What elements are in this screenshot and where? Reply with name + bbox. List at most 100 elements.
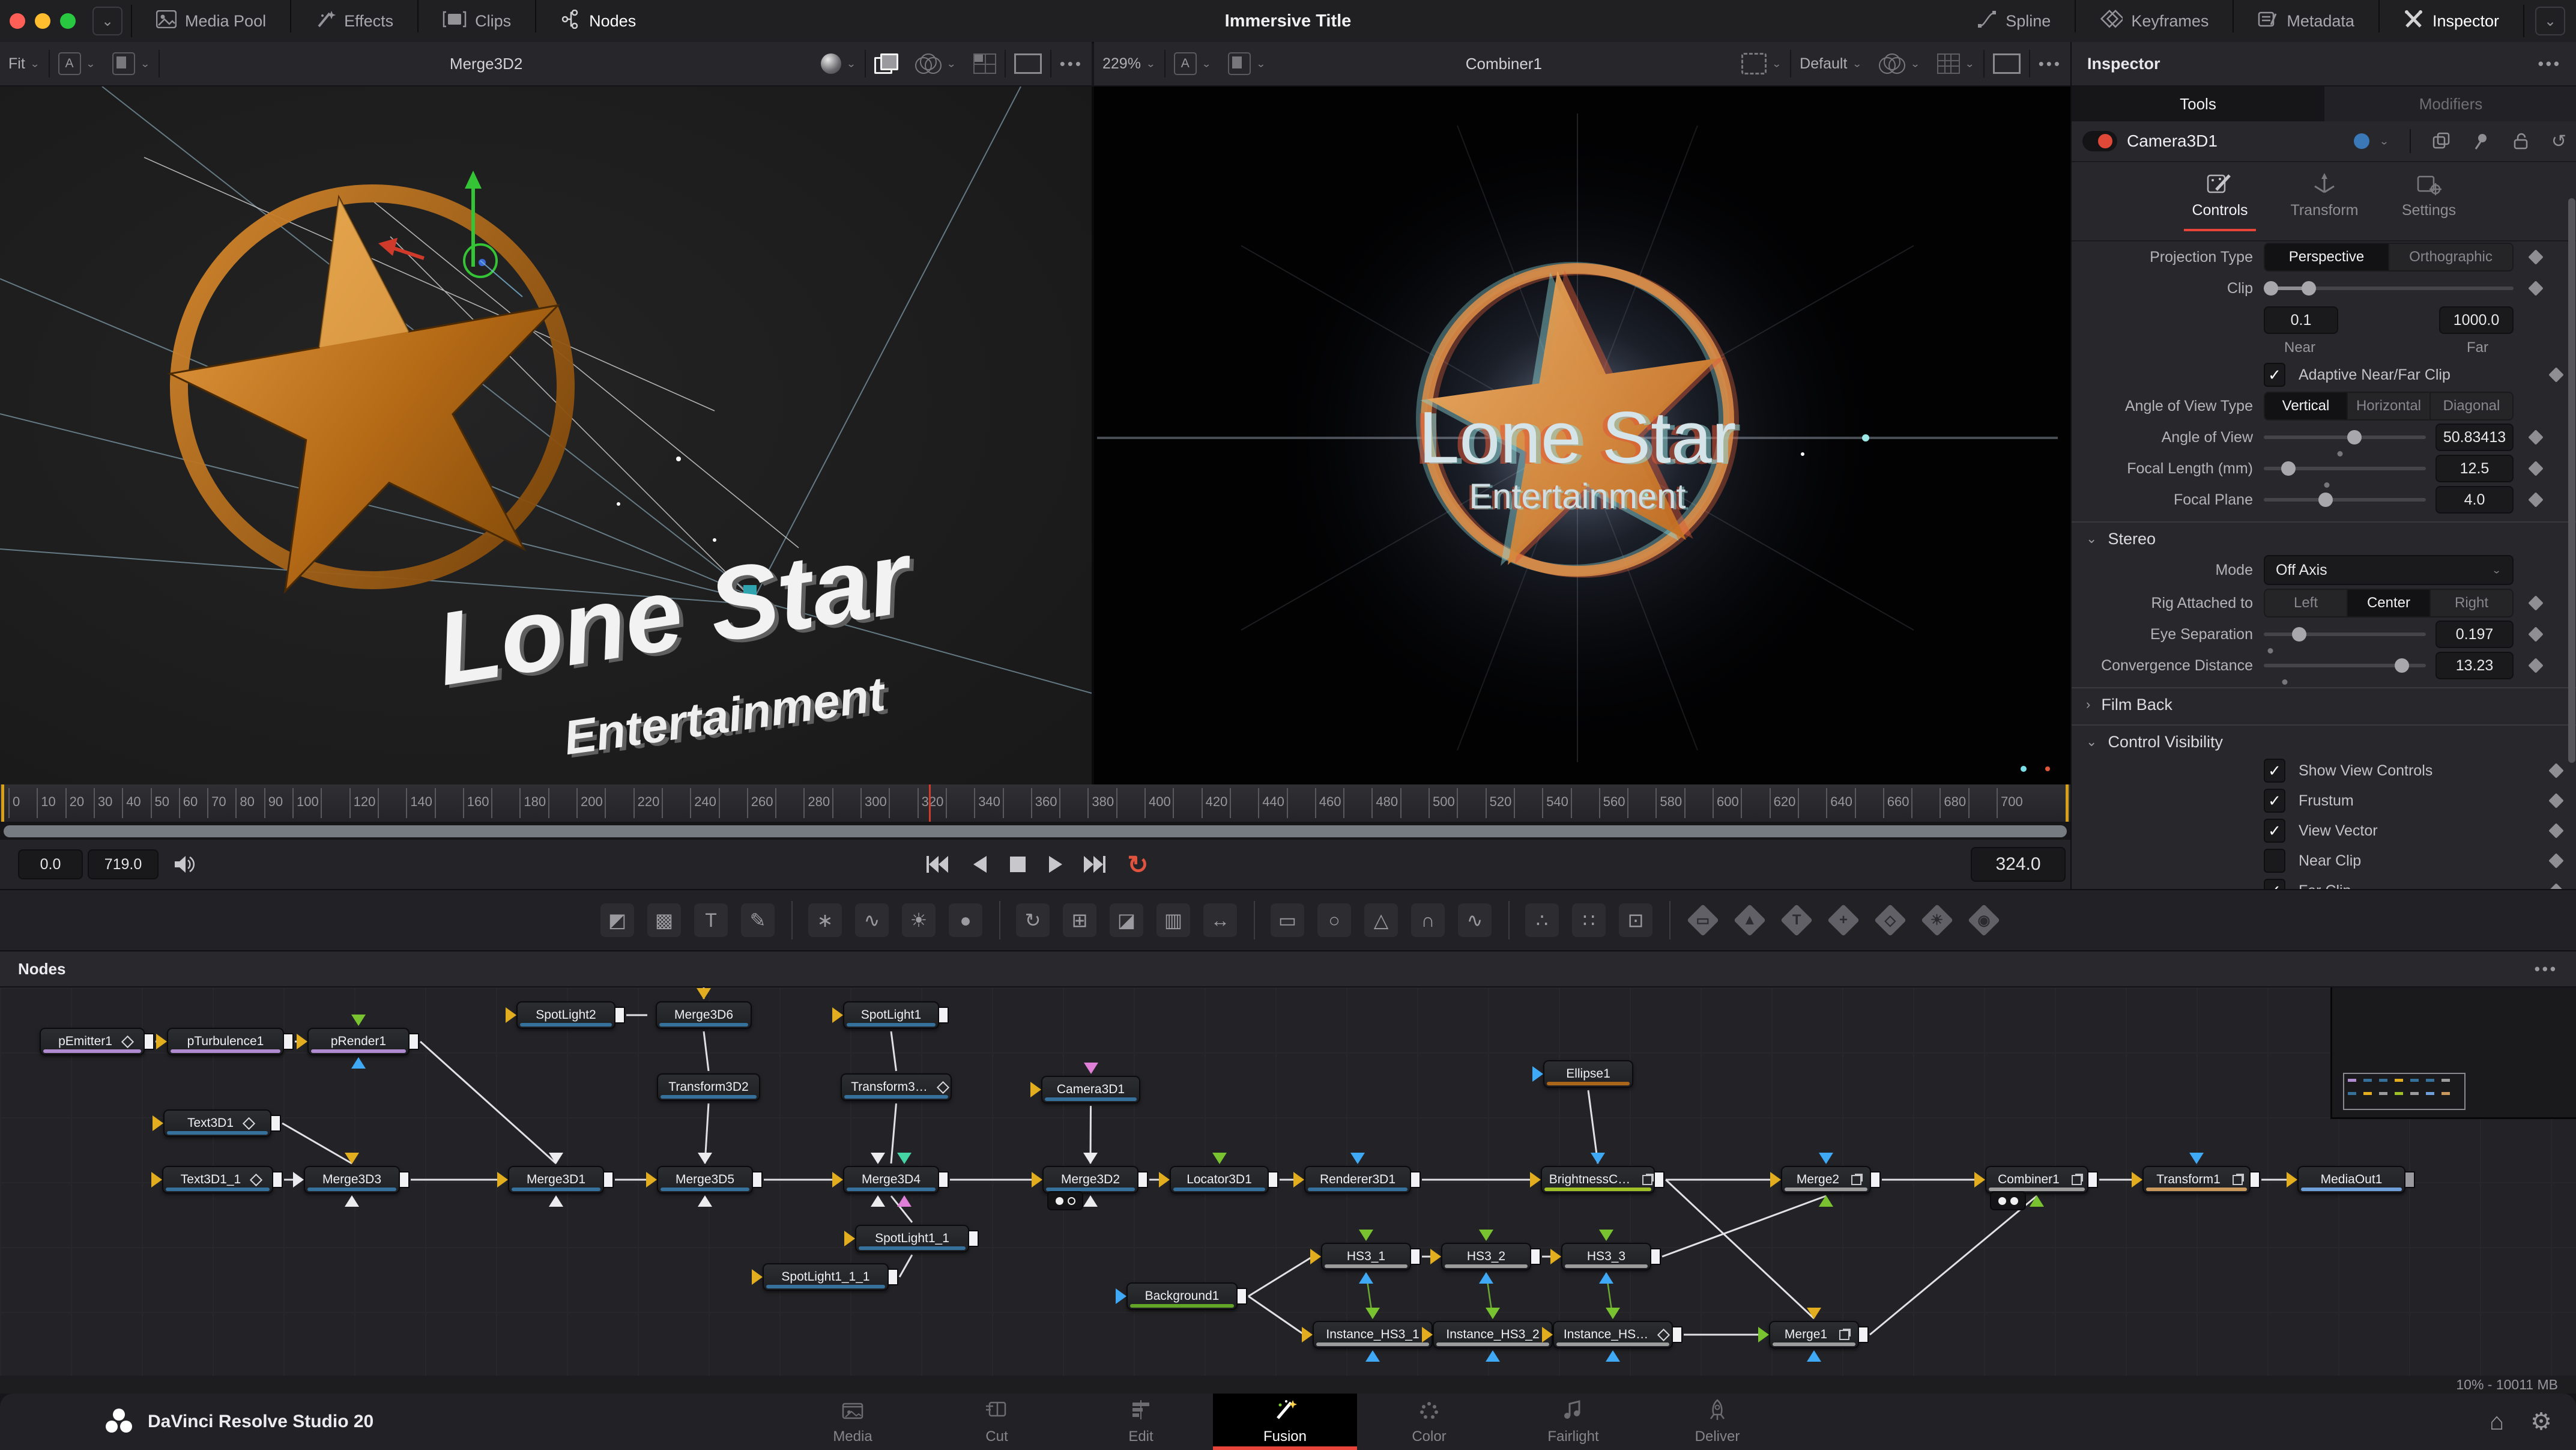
node-input-icon[interactable] <box>1819 1195 1833 1207</box>
playhead[interactable] <box>929 784 931 822</box>
node-input-icon[interactable] <box>1359 1230 1373 1241</box>
node-Camera3D1[interactable]: Camera3D1 <box>1041 1076 1140 1103</box>
keyframe-diamond-icon[interactable] <box>2548 853 2563 868</box>
close-window-button[interactable] <box>10 13 25 29</box>
text3d-tool-icon[interactable]: T <box>1780 903 1813 937</box>
node-input-icon[interactable] <box>698 1153 712 1164</box>
node-SpotLight1_1[interactable]: SpotLight1_1 <box>855 1225 969 1252</box>
node-input-icon[interactable] <box>897 1195 912 1207</box>
pin-icon[interactable] <box>2472 132 2490 150</box>
eye-separation-slider[interactable] <box>2264 632 2426 636</box>
node-input-icon[interactable] <box>549 1195 563 1207</box>
node-Instance_HS3_2[interactable]: Instance_HS3_2 <box>1433 1321 1553 1348</box>
node-input-icon[interactable] <box>1212 1153 1227 1164</box>
keyframe-diamond-icon[interactable] <box>2528 492 2543 507</box>
frustum-checkbox[interactable]: ✓ <box>2264 789 2285 813</box>
node-output-icon[interactable] <box>1530 1248 1541 1265</box>
node-output-icon[interactable] <box>1654 1171 1664 1188</box>
node-tile-color-icon[interactable] <box>2354 133 2369 149</box>
node-output-icon[interactable] <box>1268 1171 1278 1188</box>
subtab-controls[interactable]: Controls <box>2181 169 2259 240</box>
mattecontrol-tool-icon[interactable]: ▥ <box>1156 903 1190 937</box>
node-Renderer3D1[interactable]: Renderer3D1 <box>1304 1166 1411 1194</box>
aov-type-segmented[interactable]: VerticalHorizontalDiagonal <box>2264 392 2514 420</box>
node-input-icon[interactable] <box>1422 1327 1433 1342</box>
node-input-icon[interactable] <box>646 1172 657 1188</box>
node-input-icon[interactable] <box>1430 1249 1441 1264</box>
node-output-icon[interactable] <box>1236 1288 1247 1305</box>
node-input-icon[interactable] <box>297 1034 307 1049</box>
buffer-dropdown[interactable]: ⌄ <box>104 42 159 85</box>
keyframe-diamond-icon[interactable] <box>2548 793 2563 808</box>
node-input-icon[interactable] <box>1084 1063 1098 1074</box>
node-Merge3D3[interactable]: Merge3D3 <box>304 1166 400 1194</box>
node-Merge3D5[interactable]: Merge3D5 <box>657 1166 753 1194</box>
topbar-button-effects[interactable]: Effects <box>300 0 409 42</box>
node-input-icon[interactable] <box>697 988 711 1000</box>
colorcurves-tool-icon[interactable]: ∿ <box>855 903 889 937</box>
node-input-icon[interactable] <box>1599 1272 1613 1284</box>
node-graph-minimap[interactable] <box>2330 987 2576 1119</box>
focal-plane-input[interactable]: 4.0 <box>2435 486 2514 514</box>
node-input-icon[interactable] <box>1293 1172 1304 1188</box>
node-output-icon[interactable] <box>1410 1248 1421 1265</box>
node-Merge3D4[interactable]: Merge3D4 <box>843 1166 939 1194</box>
node-input-icon[interactable] <box>1807 1350 1821 1362</box>
textplus-tool-icon[interactable]: T <box>694 903 728 937</box>
node-input-icon[interactable] <box>1083 1153 1098 1164</box>
zoom-level-dropdown[interactable]: 229%⌄ <box>1094 42 1164 85</box>
node-input-icon[interactable] <box>871 1195 885 1207</box>
show-controls-button[interactable] <box>866 42 907 85</box>
control-visibility-section-header[interactable]: ⌄Control Visibility <box>2072 724 2576 756</box>
node-input-icon[interactable] <box>2030 1195 2044 1207</box>
topbar-button-inspector[interactable]: Inspector <box>2388 0 2515 42</box>
node-output-icon[interactable] <box>1137 1171 1148 1188</box>
loop-playback-icon[interactable]: ↻ <box>1124 851 1152 878</box>
node-output-icon[interactable] <box>603 1171 614 1188</box>
node-input-icon[interactable] <box>832 1007 843 1023</box>
node-input-icon[interactable] <box>1116 1288 1126 1304</box>
node-output-icon[interactable] <box>2087 1171 2098 1188</box>
node-input-icon[interactable] <box>151 1172 162 1188</box>
topbar-button-spline[interactable]: Spline <box>1961 0 2066 42</box>
lock-icon[interactable] <box>2512 132 2530 150</box>
rig-attached-segmented[interactable]: LeftCenterRight <box>2264 589 2514 617</box>
node-input-icon[interactable] <box>1159 1172 1170 1188</box>
node-output-icon[interactable] <box>144 1033 154 1050</box>
reset-icon[interactable]: ↺ <box>2551 131 2566 152</box>
node-enable-toggle[interactable] <box>2082 131 2117 151</box>
node-input-icon[interactable] <box>1591 1153 1605 1164</box>
resize-tool-icon[interactable]: ↔ <box>1203 903 1237 937</box>
pemitter-tool-icon[interactable]: ∴ <box>1525 903 1559 937</box>
grid-dropdown[interactable]: ⌄ <box>1929 42 1983 85</box>
node-input-icon[interactable] <box>1807 1308 1821 1319</box>
node-output-icon[interactable] <box>408 1033 419 1050</box>
imageplane3d-tool-icon[interactable]: ▭ <box>1686 903 1720 937</box>
view-vector-checkbox[interactable]: ✓ <box>2264 819 2285 843</box>
film-back-section-header[interactable]: ›Film Back <box>2072 687 2576 718</box>
prender-tool-icon[interactable]: ∗ <box>808 903 842 937</box>
expand-panels-button[interactable]: ⌄ <box>2535 7 2565 35</box>
node-input-icon[interactable] <box>2287 1172 2297 1188</box>
view-mode-dropdown[interactable]: ⌄ <box>1870 42 1929 85</box>
merge3d-tool-icon[interactable]: + <box>1827 903 1860 937</box>
page-tab-media[interactable]: Media <box>781 1394 925 1450</box>
node-pEmitter1[interactable]: pEmitter1 <box>40 1028 145 1055</box>
keyframe-diamond-icon[interactable] <box>2528 461 2543 476</box>
node-input-icon[interactable] <box>1532 1066 1543 1082</box>
chevron-down-icon[interactable]: ⌄ <box>2379 135 2389 147</box>
stop-button[interactable] <box>1004 851 1032 878</box>
lighting-dropdown[interactable]: ⌄ <box>812 42 865 85</box>
keyframe-diamond-icon[interactable] <box>2528 626 2543 642</box>
play-button[interactable] <box>1042 851 1070 878</box>
range-end-marker[interactable] <box>2066 784 2069 822</box>
page-tab-edit[interactable]: Edit <box>1069 1394 1213 1450</box>
node-input-icon[interactable] <box>506 1007 516 1023</box>
topbar-button-clips[interactable]: Clips <box>427 0 527 42</box>
node-input-icon[interactable] <box>832 1172 843 1188</box>
inspector-scrollbar[interactable] <box>2568 198 2575 763</box>
node-output-icon[interactable] <box>2404 1171 2415 1188</box>
node-Instance_HS3_1[interactable]: Instance_HS3_1 <box>1313 1321 1433 1348</box>
node-input-icon[interactable] <box>1302 1327 1313 1342</box>
node-output-icon[interactable] <box>1650 1248 1661 1265</box>
